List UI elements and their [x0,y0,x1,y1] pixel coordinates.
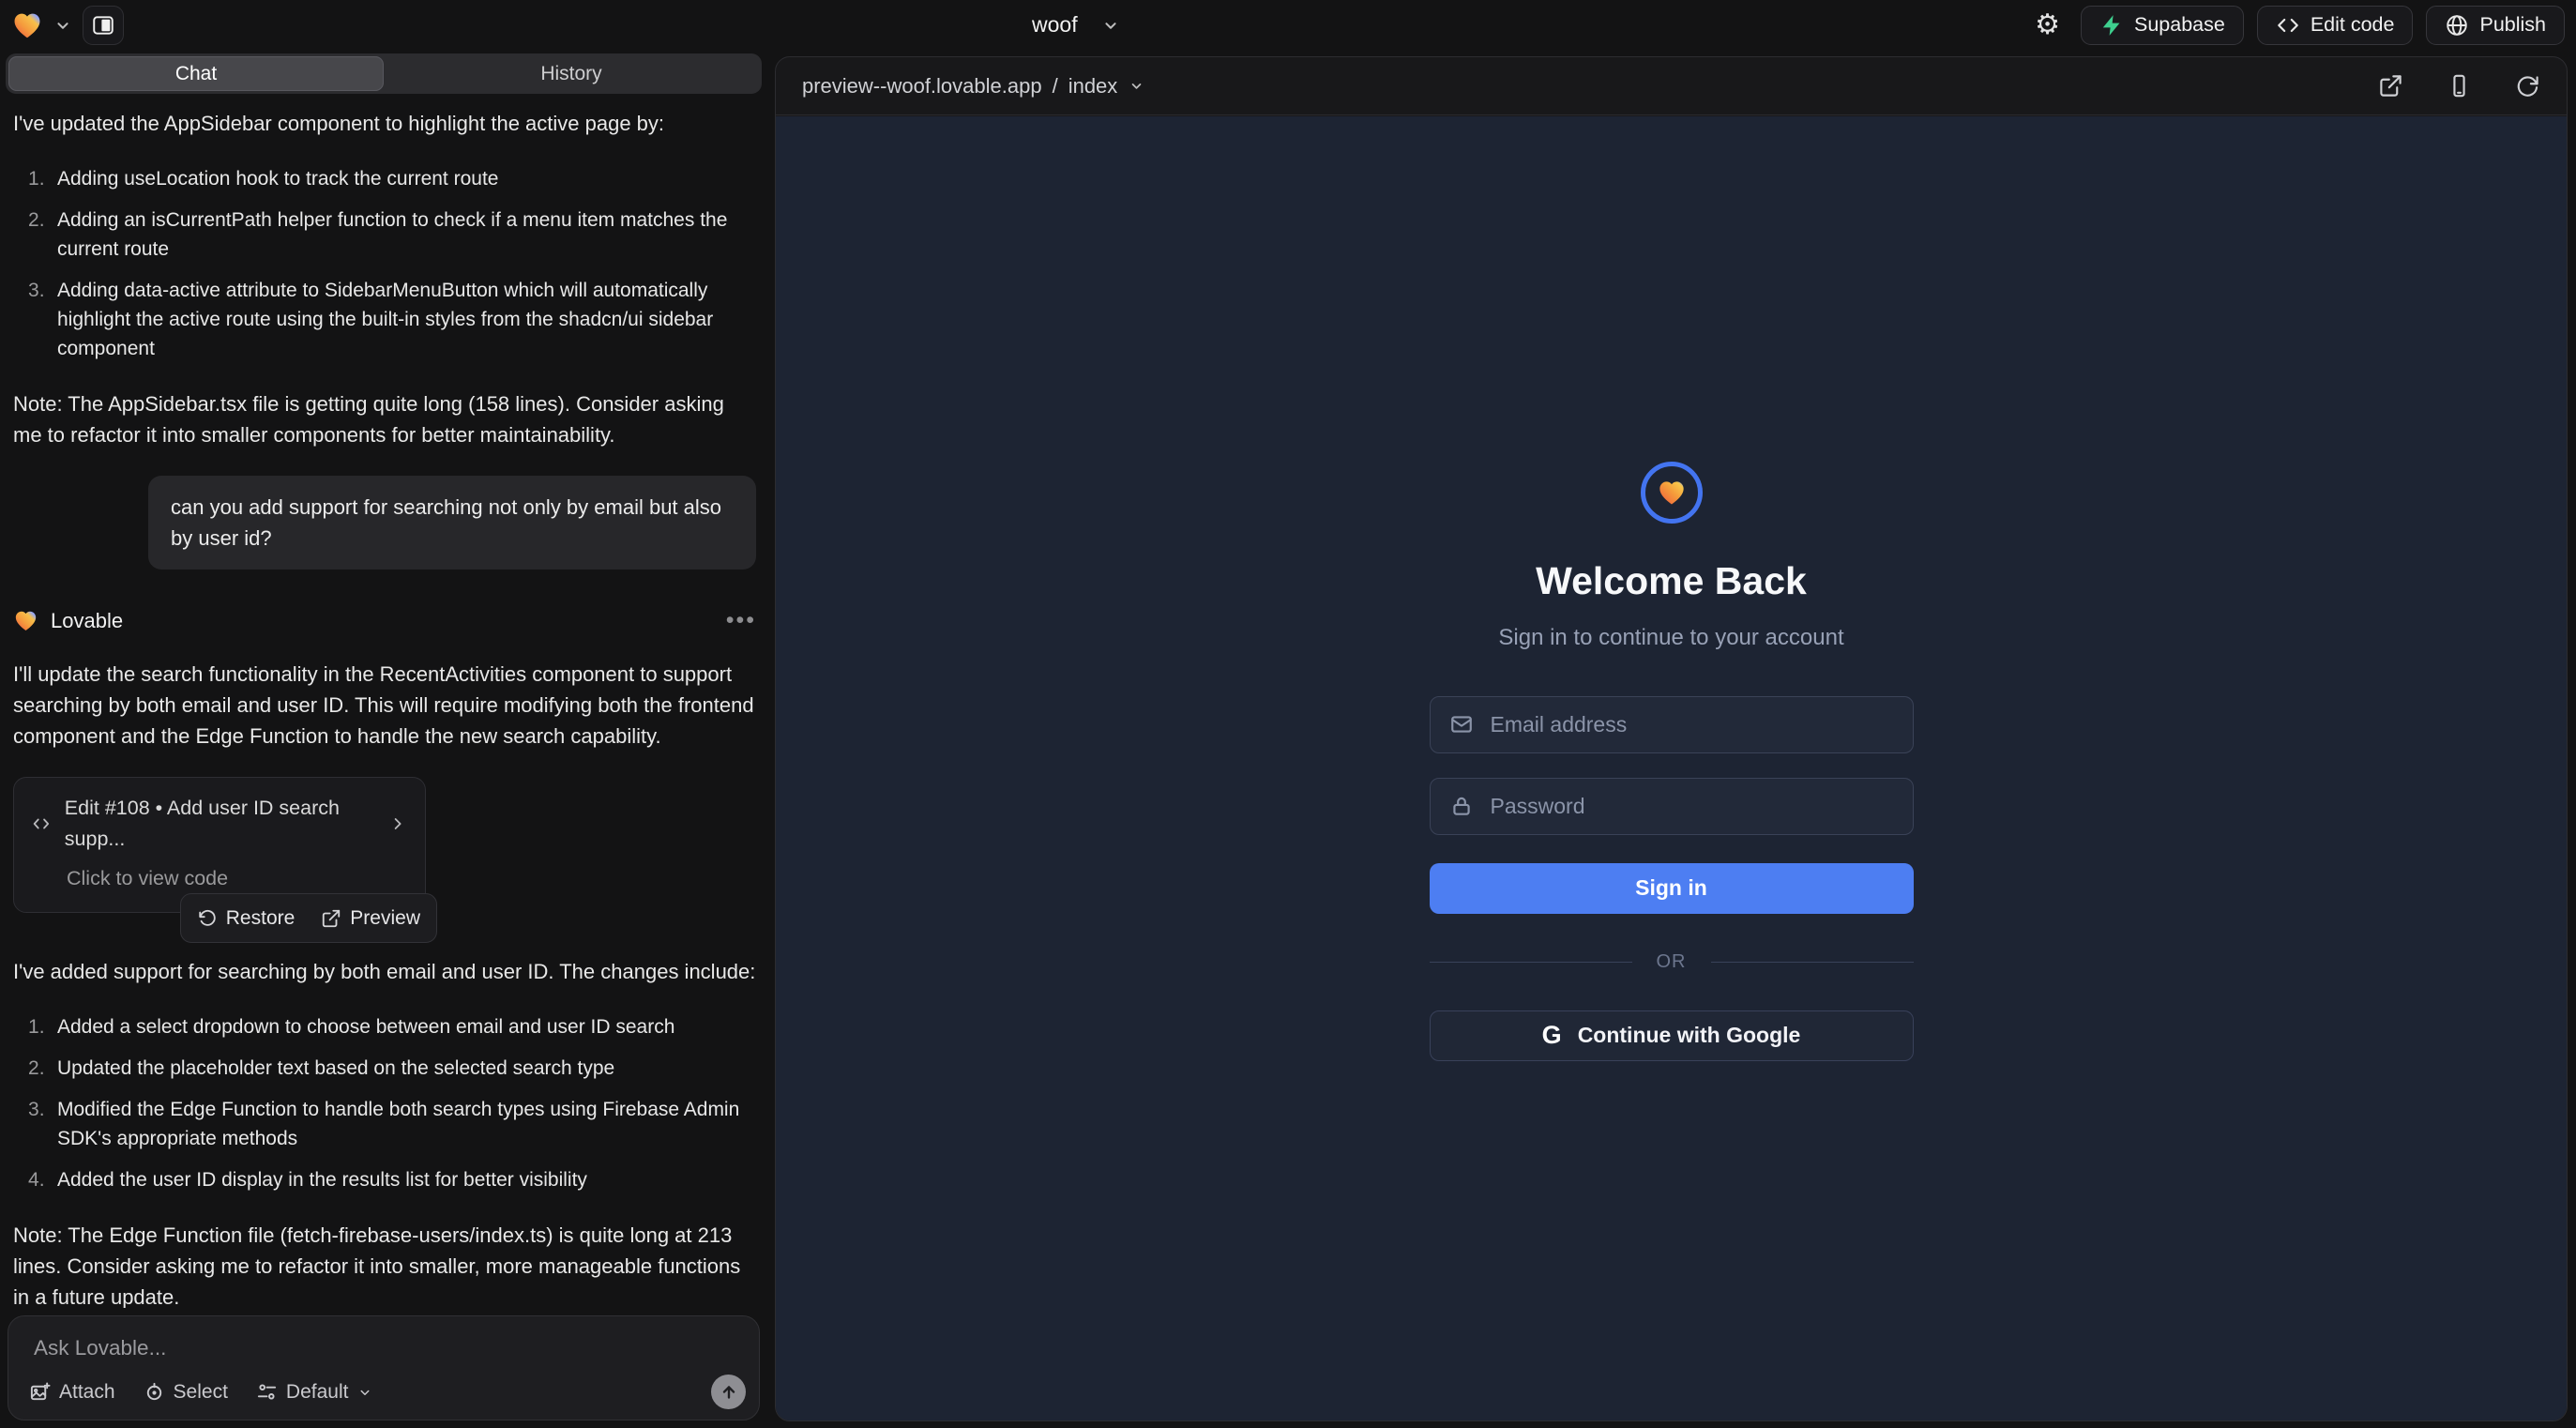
lock-icon [1449,794,1474,818]
top-bar: woof ⚙ Supabase Edit code Publish [0,0,2576,50]
google-sign-in-button[interactable]: G Continue with Google [1430,1010,1914,1061]
list-item: Added the user ID display in the results… [13,1165,756,1194]
edit-card-title: Edit #108 • Add user ID search supp... [65,793,374,855]
page-chevron-down-icon [1128,77,1145,95]
lovable-workspace: woof ⚙ Supabase Edit code Publish Chat H… [0,0,2576,1428]
user-message-bubble: can you add support for searching not on… [148,476,756,570]
open-in-new-tab-icon[interactable] [2378,73,2403,99]
app-logo [1641,462,1703,524]
code-icon [2276,13,2300,38]
list-item: Adding useLocation hook to track the cur… [13,164,756,193]
toggle-panel-button[interactable] [83,6,124,45]
refresh-icon[interactable] [2515,73,2540,99]
assistant-paragraph: I'll update the search functionality in … [13,659,756,752]
chat-history-tabs: Chat History [6,53,762,94]
user-message-row: can you add support for searching not on… [13,476,756,570]
panel-layout-icon [91,13,115,38]
preview-button[interactable]: Preview [321,903,420,934]
restore-button[interactable]: Restore [197,903,295,934]
or-divider: OR [1430,951,1914,973]
supabase-button[interactable]: Supabase [2081,6,2244,45]
edit-card-title-row: Edit #108 • Add user ID search supp... [31,793,408,855]
list-item: Adding data-active attribute to SidebarM… [13,276,756,363]
attach-image-icon [29,1381,51,1403]
assistant-note: Note: The Edge Function file (fetch-fire… [13,1220,756,1308]
top-bar-actions: ⚙ Supabase Edit code Publish [2027,6,2565,45]
assistant-paragraph: I've updated the AppSidebar component to… [13,108,756,139]
mail-icon [1449,712,1474,737]
composer-toolbar: Attach Select Default [29,1375,746,1409]
project-title-group[interactable]: woof [1032,0,1121,50]
divider-label: OR [1657,951,1687,973]
attach-button[interactable]: Attach [29,1381,115,1404]
preview-viewport: Welcome Back Sign in to continue to your… [776,116,2567,1420]
assistant-paragraph: I've added support for searching by both… [13,956,756,987]
edit-card-actions: Restore Preview [180,893,437,943]
chat-input[interactable] [32,1335,614,1361]
app-heart-icon [1657,478,1687,508]
preview-actions [2378,73,2540,99]
project-title: woof [1032,12,1078,38]
code-icon [31,813,52,835]
sliders-icon [256,1381,278,1403]
sign-in-card: Welcome Back Sign in to continue to your… [1430,462,1914,1061]
gear-icon: ⚙ [2035,9,2060,40]
arrow-up-icon [719,1382,739,1403]
email-field[interactable] [1430,696,1914,753]
publish-button[interactable]: Publish [2426,6,2565,45]
chevron-right-icon [387,813,408,835]
assistant-header: Lovable ••• [13,605,756,636]
tab-chat[interactable]: Chat [8,56,384,91]
external-link-icon [321,908,341,929]
assistant-numbered-list: Added a select dropdown to choose betwee… [13,1012,756,1194]
divider-line [1711,962,1914,963]
preview-url-bar: preview--woof.lovable.app / index [776,57,2567,115]
preview-page: index [1068,74,1118,99]
preview-panel: preview--woof.lovable.app / index Welcom… [775,56,2568,1421]
supabase-icon [2099,13,2124,38]
settings-button[interactable]: ⚙ [2027,11,2068,39]
globe-icon [2445,13,2469,38]
chevron-down-icon [356,1384,373,1401]
message-more-icon[interactable]: ••• [726,609,756,632]
assistant-note: Note: The AppSidebar.tsx file is getting… [13,388,756,450]
assistant-numbered-list: Adding useLocation hook to track the cur… [13,164,756,363]
edit-card-wrapper: Edit #108 • Add user ID search supp... C… [13,777,426,913]
list-item: Updated the placeholder text based on th… [13,1054,756,1083]
mobile-view-icon[interactable] [2447,73,2472,99]
email-field-wrapper [1430,696,1914,753]
select-target-icon [144,1381,165,1403]
chat-message-list: I've updated the AppSidebar component to… [0,97,769,1308]
lovable-avatar-icon [13,608,38,633]
preview-domain: preview--woof.lovable.app [802,74,1042,99]
restore-icon [197,908,218,929]
welcome-subtitle: Sign in to continue to your account [1498,625,1843,651]
list-item: Adding an isCurrentPath helper function … [13,205,756,264]
password-field-wrapper [1430,778,1914,835]
top-bar-left [11,6,124,45]
tab-history[interactable]: History [384,56,759,91]
model-selector[interactable]: Default [256,1381,374,1404]
chat-composer: Attach Select Default [8,1315,760,1420]
password-field[interactable] [1430,778,1914,835]
project-chevron-down-icon [1100,15,1121,36]
assistant-name: Lovable [51,605,123,636]
workspace-menu-chevron-icon[interactable] [53,15,73,36]
select-element-button[interactable]: Select [144,1381,228,1404]
send-button[interactable] [711,1375,746,1409]
welcome-title: Welcome Back [1536,559,1807,603]
edit-card-subtitle: Click to view code [67,863,408,894]
lovable-logo-icon[interactable] [11,9,43,41]
edit-code-button[interactable]: Edit code [2257,6,2414,45]
preview-url-group[interactable]: preview--woof.lovable.app / index [802,74,1145,99]
google-g-icon: G [1542,1023,1562,1048]
sign-in-button[interactable]: Sign in [1430,863,1914,914]
list-item: Modified the Edge Function to handle bot… [13,1095,756,1153]
divider-line [1430,962,1632,963]
path-separator: / [1053,74,1058,99]
list-item: Added a select dropdown to choose betwee… [13,1012,756,1041]
